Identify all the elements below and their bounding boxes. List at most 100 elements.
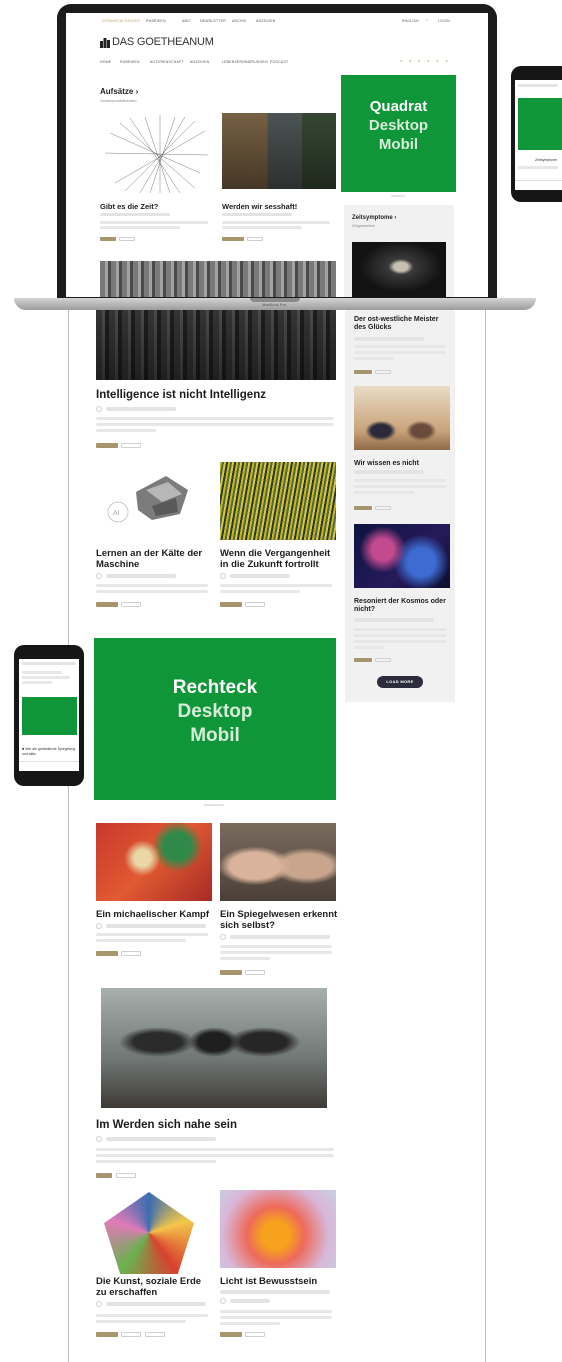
sidebar-image-portrait[interactable]: [352, 242, 446, 297]
language-link[interactable]: ENGLISH: [402, 19, 419, 23]
article-excerpt: [96, 584, 208, 587]
phone-ad-quadrat[interactable]: [518, 98, 562, 150]
article-title[interactable]: Intelligence ist nicht Intelligenz: [96, 389, 336, 402]
article-excerpt: [220, 590, 300, 593]
sidebar-excerpt: [354, 646, 384, 649]
mainnav-item[interactable]: HOME: [100, 60, 111, 64]
category-tag[interactable]: [220, 970, 242, 975]
category-tag[interactable]: [354, 658, 372, 662]
category-tag[interactable]: [96, 602, 118, 607]
sidebar-article-title[interactable]: Resoniert der Kosmos oder nicht?: [354, 598, 452, 614]
section-title[interactable]: Aufsätze ›: [100, 87, 138, 96]
sidebar-excerpt: [354, 357, 394, 360]
topnav-item[interactable]: VERANSTALTUNGEN: [102, 19, 140, 23]
category-tag[interactable]: [354, 370, 372, 374]
article-title[interactable]: Lernen an der Kälte der Maschine: [96, 548, 208, 570]
category-tag[interactable]: [96, 1173, 112, 1178]
secondary-tag[interactable]: [121, 602, 141, 607]
category-tag[interactable]: [220, 602, 242, 607]
secondary-tag[interactable]: [145, 1332, 165, 1337]
sidebar-image-panel-talk[interactable]: [354, 386, 450, 450]
ad-caption: [204, 804, 224, 806]
topnav-item[interactable]: ANZEIGEN: [256, 19, 276, 23]
secondary-tag[interactable]: [375, 658, 391, 662]
category-tag[interactable]: [354, 506, 372, 510]
login-link[interactable]: LOGIN: [438, 19, 450, 23]
article-title[interactable]: Licht ist Bewusstsein: [220, 1276, 338, 1287]
topnav-item[interactable]: RUBRIKEN: [146, 19, 166, 23]
secondary-tag[interactable]: [121, 443, 141, 448]
category-tag[interactable]: [220, 1332, 242, 1337]
laptop-screen: VERANSTALTUNGEN RUBRIKEN ABO NEWSLETTER …: [66, 13, 488, 297]
phone-caption: ■ Wer die gedankliche Spiegelung und akt…: [22, 747, 76, 756]
secondary-tag[interactable]: [121, 951, 141, 956]
article-excerpt: [96, 429, 156, 432]
article-image-collage[interactable]: [104, 1192, 194, 1274]
category-tag[interactable]: [96, 1332, 118, 1337]
article-title[interactable]: Gibt es die Zeit?: [100, 201, 214, 212]
phone-bottom-bar: [19, 761, 79, 771]
search-icon[interactable]: ⌕: [426, 18, 428, 22]
topnav-item[interactable]: ABO: [182, 19, 190, 23]
article-excerpt: [220, 1316, 332, 1319]
phone-ad-rechteck[interactable]: [22, 697, 77, 735]
topnav-item[interactable]: NEWSLETTER: [200, 19, 226, 23]
sidebar-article-title[interactable]: Der ost-westliche Meister des Glücks: [354, 316, 452, 332]
load-more-button[interactable]: LOAD MORE: [377, 676, 423, 688]
article-image-server-preview[interactable]: [100, 261, 336, 297]
category-tag[interactable]: [96, 443, 118, 448]
sidebar-excerpt: [354, 628, 446, 631]
article-title[interactable]: Ein Spiegelwesen erkennt sich selbst?: [220, 909, 338, 931]
article-excerpt: [220, 951, 332, 954]
article-meta: [106, 574, 176, 578]
article-title[interactable]: Die Kunst, soziale Erde zu erschaffen: [96, 1276, 214, 1298]
mainnav-item[interactable]: AUTORENSCHAFT: [150, 60, 184, 64]
mainnav-item[interactable]: PODCAST: [270, 60, 288, 64]
article-image-faces[interactable]: [220, 823, 336, 901]
topnav-item[interactable]: ARCHIV: [232, 19, 246, 23]
secondary-tag[interactable]: [245, 970, 265, 975]
sidebar-title[interactable]: Zeitsymptome ›: [352, 215, 396, 221]
secondary-tag[interactable]: [119, 237, 135, 241]
article-image-data-center[interactable]: [222, 113, 336, 189]
secondary-tag[interactable]: [375, 506, 391, 510]
mainnav-item[interactable]: RUBRIKEN: [120, 60, 140, 64]
phone-excerpt: [22, 676, 70, 679]
ad-label-desktop: Desktop: [177, 701, 253, 722]
article-excerpt: [220, 584, 332, 587]
load-more-label: LOAD MORE: [386, 679, 414, 684]
article-image-blur-light[interactable]: [220, 1190, 336, 1268]
secondary-tag[interactable]: [245, 1332, 265, 1337]
article-image-historic-photo[interactable]: [101, 988, 327, 1108]
article-title[interactable]: Wenn die Vergangenheit in die Zukunft fo…: [220, 548, 338, 570]
sidebar-image-cosmos[interactable]: [354, 524, 450, 588]
article-title[interactable]: Werden wir sesshaft!: [222, 201, 336, 212]
ad-rechteck[interactable]: Rechteck Desktop Mobil: [94, 638, 336, 800]
article-image-painting[interactable]: [96, 823, 212, 901]
category-tag[interactable]: [222, 237, 244, 241]
mainnav-item[interactable]: ANZEIGEN: [190, 60, 210, 64]
article-image-cables[interactable]: [220, 462, 336, 540]
phone-excerpt: [22, 681, 52, 684]
sidebar-excerpt: [354, 485, 446, 488]
article-title[interactable]: Im Werden sich nahe sein: [96, 1119, 336, 1132]
secondary-tag[interactable]: [375, 370, 391, 374]
social-icons[interactable]: ● ● ● ● ● ●: [400, 59, 451, 63]
phone-right-screen: Zeitsymptome: [515, 80, 562, 190]
secondary-tag[interactable]: [247, 237, 263, 241]
secondary-tag[interactable]: [121, 1332, 141, 1337]
category-tag[interactable]: [96, 951, 118, 956]
mainnav-item[interactable]: LEBENSERINNERUNGEN: [222, 60, 268, 64]
article-excerpt: [100, 226, 180, 229]
sidebar-meta: [354, 337, 424, 341]
article-image-crystal[interactable]: Al: [96, 462, 212, 540]
secondary-tag[interactable]: [245, 602, 265, 607]
sidebar-article-title[interactable]: Wir wissen es nicht: [354, 460, 452, 468]
article-image-string-art[interactable]: [100, 113, 214, 195]
phone-excerpt: [518, 166, 558, 169]
secondary-tag[interactable]: [116, 1173, 136, 1178]
logo[interactable]: DAS GOETHEANUM: [100, 35, 214, 49]
ad-quadrat[interactable]: Quadrat Desktop Mobil: [341, 75, 456, 192]
category-tag[interactable]: [100, 237, 116, 241]
article-title[interactable]: Ein michaelischer Kampf: [96, 909, 214, 920]
